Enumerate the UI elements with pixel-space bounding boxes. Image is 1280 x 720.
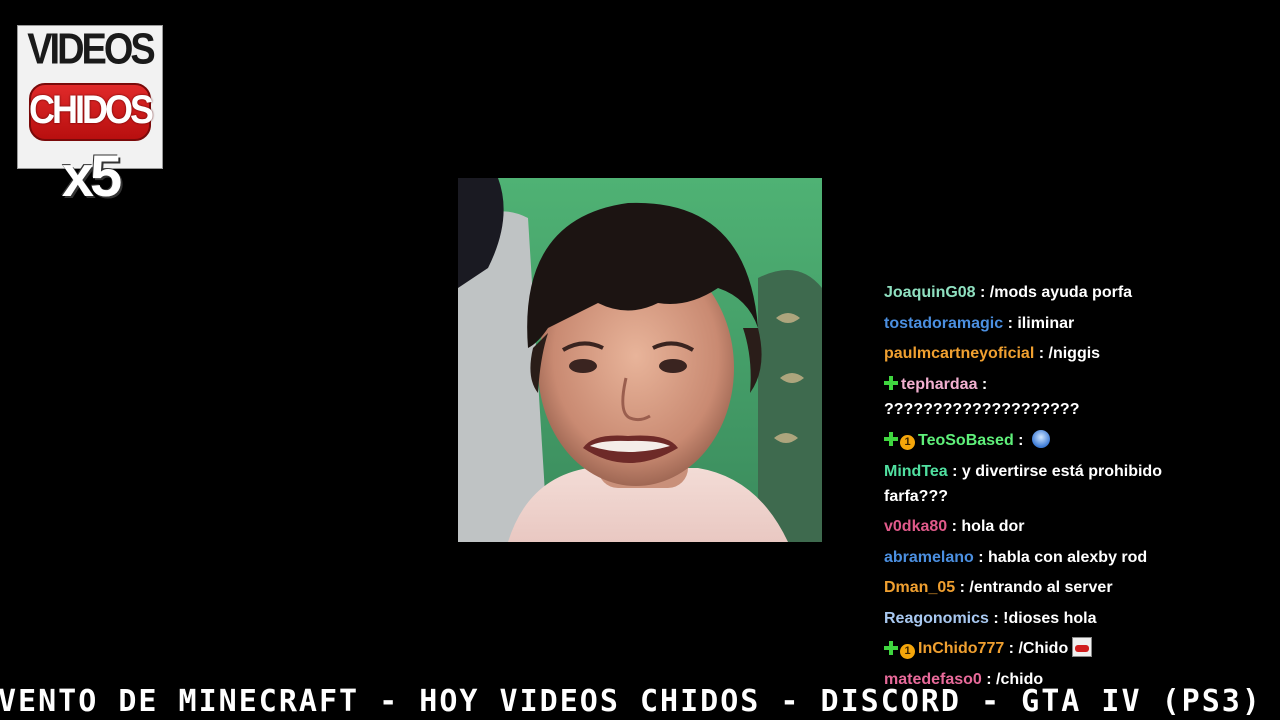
chat-badges	[884, 372, 898, 397]
chat-username[interactable]: Dman_05	[884, 579, 955, 596]
portrait-photo	[458, 178, 822, 542]
news-ticker: VENTO DE MINECRAFT - HOY VIDEOS CHIDOS -…	[0, 684, 1280, 719]
logo-line-2: CHIDOS	[28, 86, 154, 132]
tier-one-badge-icon: 1	[900, 434, 915, 450]
chat-text: /entrando al server	[969, 579, 1113, 597]
chat-separator: :	[947, 462, 962, 480]
chat-username[interactable]: abramelano	[884, 549, 974, 566]
logo-line-3: x5	[61, 144, 123, 209]
chat-message: JoaquinG08 : /mods ayuda porfa	[881, 280, 1181, 305]
chat-separator: :	[955, 579, 970, 597]
chat-text: ????????????????????	[884, 401, 1080, 419]
chat-message: 1 InChido777 : /Chido	[881, 636, 1181, 661]
chat-badges: 1	[884, 428, 915, 453]
chat-message: abramelano : habla con alexby rod	[881, 545, 1181, 570]
chat-separator: :	[947, 518, 962, 536]
chat-panel: JoaquinG08 : /mods ayuda porfa tostadoram…	[881, 280, 1181, 698]
chat-username[interactable]: paulmcartneyoficial	[884, 345, 1034, 362]
videos-chidos-emote-icon	[1072, 637, 1093, 658]
chat-username[interactable]: tostadoramagic	[884, 315, 1003, 332]
portrait-photo-drawing	[458, 178, 822, 542]
plus-badge-icon	[884, 431, 898, 446]
chat-message: Dman_05 : /entrando al server	[881, 575, 1181, 600]
chat-text: hola dor	[961, 518, 1025, 536]
chat-username[interactable]: MindTea	[884, 463, 948, 480]
chat-username[interactable]: tephardaa	[901, 376, 977, 393]
chat-text: !dioses hola	[1003, 609, 1097, 627]
chat-text: /mods ayuda porfa	[989, 284, 1133, 301]
chat-separator: :	[1004, 640, 1019, 658]
chat-separator: :	[1034, 345, 1049, 363]
chat-message: Reagonomics : !dioses hola	[881, 606, 1181, 631]
plus-badge-icon	[884, 376, 898, 391]
chat-username[interactable]: JoaquinG08	[884, 284, 976, 301]
chat-separator: :	[1003, 314, 1018, 332]
chat-username[interactable]: Reagonomics	[884, 610, 989, 627]
chat-badges: 1	[884, 637, 915, 662]
stream-overlay: VIDEOS CHIDOS x5 JoaquinG08: /mods ayud…	[0, 0, 1280, 720]
chat-username[interactable]: InChido777	[918, 640, 1004, 657]
chat-text: iliminar	[1017, 314, 1075, 332]
chat-text: /niggis	[1048, 345, 1101, 363]
blue-face-emote-icon	[1031, 429, 1050, 448]
channel-logo: VIDEOS CHIDOS x5	[17, 25, 163, 210]
chat-message: tostadoramagic : iliminar	[881, 311, 1181, 336]
chat-username[interactable]: v0dka80	[884, 518, 947, 535]
chat-message: tephardaa : ????????????????????	[881, 372, 1181, 422]
tier-one-badge-icon: 1	[900, 643, 915, 659]
chat-separator: :	[977, 375, 988, 393]
chat-text: habla con alexby rod	[988, 548, 1148, 566]
chat-message: v0dka80 : hola dor	[881, 514, 1181, 539]
logo-line-1: VIDEOS	[27, 25, 156, 75]
chat-separator: :	[1013, 431, 1028, 449]
chat-message: paulmcartneyoficial : /niggis	[881, 341, 1181, 366]
chat-message: MindTea : y divertirse está prohibido fa…	[881, 459, 1181, 509]
chat-separator: :	[988, 609, 1004, 627]
chat-text: /Chido	[1018, 640, 1069, 658]
chat-message: 1 TeoSoBased :	[881, 428, 1181, 453]
chat-separator: :	[975, 284, 990, 301]
chat-username[interactable]: TeoSoBased	[918, 432, 1014, 449]
plus-badge-icon	[884, 640, 898, 655]
chat-separator: :	[973, 548, 989, 566]
